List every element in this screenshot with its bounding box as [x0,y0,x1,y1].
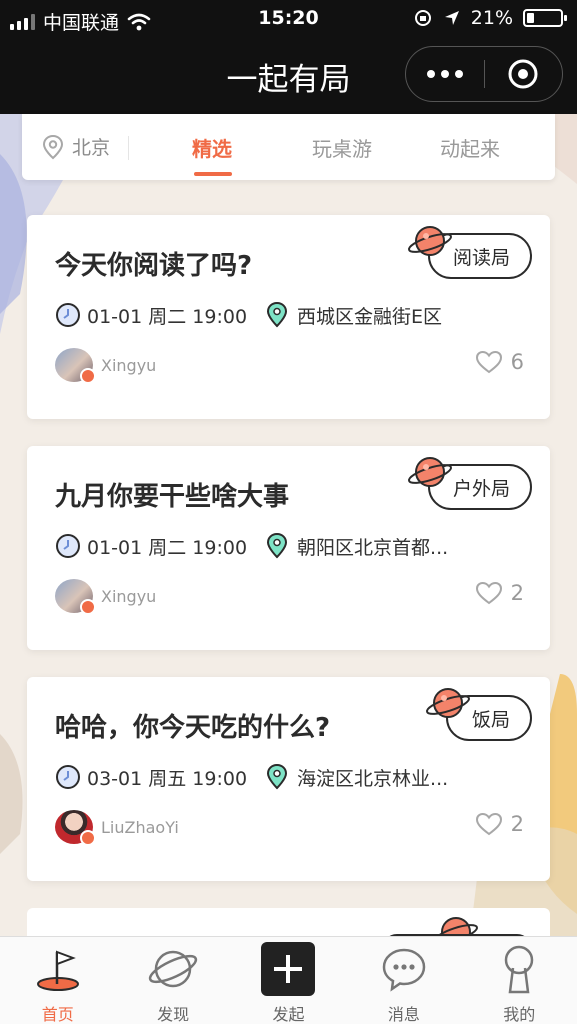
event-datetime: 01-01 周二 19:00 [87,536,248,559]
bottom-tab-bar: 首页 发现 发起 消息 我的 [0,936,577,1024]
flag-icon [36,950,79,991]
nav-home[interactable]: 首页 [0,937,115,1024]
event-title: 九月你要干些啥大事 [55,482,290,512]
nav-discover[interactable]: 发现 [115,937,230,1024]
event-datetime: 03-01 周五 19:00 [87,767,248,790]
heart-icon [475,350,502,374]
filter-tab-bar: 北京 精选 玩桌游 动起来 [22,114,555,180]
clock-icon [56,534,80,558]
mini-program-capsule [405,46,563,102]
author-name: Xingyu [101,355,157,375]
author-info[interactable]: Xingyu [55,579,157,615]
more-button[interactable] [406,46,484,102]
target-close-icon [508,59,538,89]
event-title: 哈哈，你今天吃的什么? [55,713,331,743]
author-info[interactable]: Xingyu [55,348,157,384]
map-pin-icon [267,532,288,559]
event-location: 海淀区北京林业... [297,767,449,790]
like-button[interactable]: 2 [475,812,524,836]
nav-profile[interactable]: 我的 [462,937,577,1024]
tab-board-games[interactable]: 玩桌游 [312,133,372,162]
event-card[interactable]: 哈哈，你今天吃的什么? 饭局 03-01 周五 19:00 海淀区北京林业...… [27,677,550,881]
like-count: 2 [510,812,524,836]
title-bar: 一起有局 [0,38,577,114]
tab-sports[interactable]: 动起来 [440,133,500,162]
nav-create[interactable]: 发起 [231,937,346,1024]
planet-icon [148,950,198,988]
avatar [55,810,96,846]
status-bar: 中国联通 15:20 21% [0,0,577,38]
like-count: 2 [510,581,524,605]
avatar [55,579,96,615]
avatar [55,348,96,384]
active-tab-indicator [194,172,232,176]
nav-label: 首页 [41,1005,74,1024]
nav-label: 我的 [503,1005,536,1024]
map-pin-icon [267,763,288,790]
nav-label: 发起 [272,1005,305,1024]
nav-label: 发现 [157,1005,190,1024]
author-name: LiuZhaoYi [101,817,179,837]
author-info[interactable]: LiuZhaoYi [55,810,179,846]
event-datetime: 01-01 周二 19:00 [87,305,248,328]
chat-icon [382,948,426,992]
nav-label: 消息 [387,1005,420,1024]
heart-icon [475,812,502,836]
planet-icon [407,226,453,256]
like-button[interactable]: 2 [475,581,524,605]
nav-messages[interactable]: 消息 [346,937,461,1024]
clock-icon [56,303,80,327]
profile-icon [505,945,534,994]
location-arrow-icon [444,11,459,25]
planet-icon [425,688,471,718]
clock-icon [56,765,80,789]
battery-icon [523,9,567,27]
close-button[interactable] [485,46,563,102]
like-button[interactable]: 6 [475,350,524,374]
location-pin-icon [42,134,64,159]
city-label: 北京 [72,137,111,159]
city-selector[interactable]: 北京 [42,133,110,160]
tab-featured[interactable]: 精选 [192,133,232,162]
author-name: Xingyu [101,586,157,606]
planet-icon [407,457,453,487]
event-location: 西城区金融街E区 [297,305,443,328]
battery-percent: 21% [470,7,513,29]
event-card[interactable]: 九月你要干些啥大事 户外局 01-01 周二 19:00 朝阳区北京首都... … [27,446,550,650]
rotation-lock-icon [414,10,431,26]
heart-icon [475,581,502,605]
plus-icon [261,942,316,996]
like-count: 6 [510,350,524,374]
event-location: 朝阳区北京首都... [297,536,449,559]
event-title: 今天你阅读了吗? [55,251,253,281]
event-card[interactable]: 今天你阅读了吗? 阅读局 01-01 周二 19:00 西城区金融街E区 Xin… [27,215,550,419]
map-pin-icon [267,301,288,328]
